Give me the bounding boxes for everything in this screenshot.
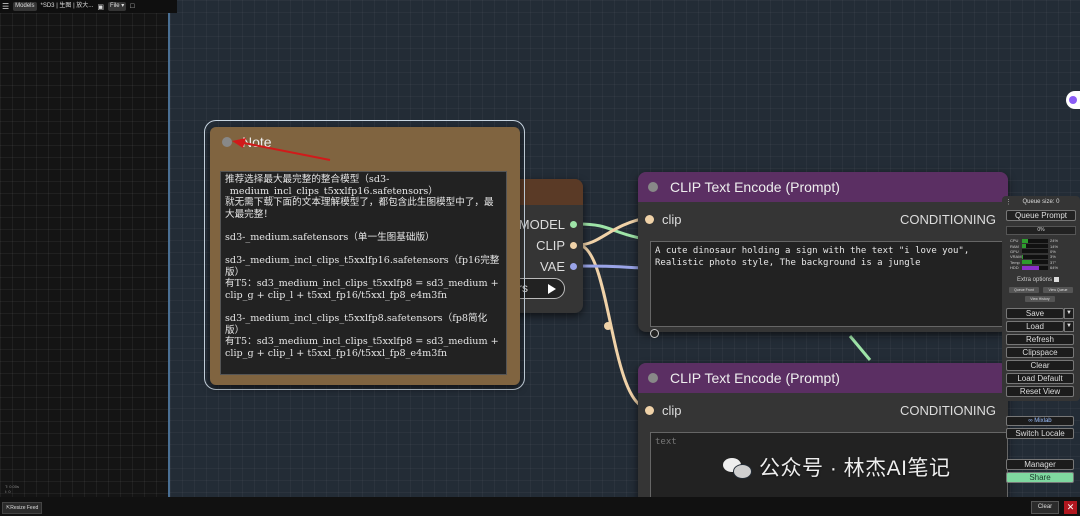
mixlab-button[interactable]: ∞ Mixlab bbox=[1006, 416, 1074, 426]
stat-label: RAM bbox=[1010, 243, 1019, 249]
clip-io-row: clip CONDITIONING bbox=[638, 212, 1008, 228]
clear-button[interactable]: Clear bbox=[1006, 360, 1074, 371]
stat-bar-fill bbox=[1022, 244, 1026, 249]
stat-bar-fill bbox=[1022, 254, 1023, 259]
progress-bar: 0% bbox=[1006, 226, 1076, 235]
stat-bar-fill bbox=[1022, 238, 1029, 243]
resize-feed-button[interactable]: ⇱Resize Feed bbox=[2, 502, 43, 514]
queue-prompt-button[interactable]: Queue Prompt bbox=[1006, 210, 1076, 221]
save-icon[interactable]: □ bbox=[130, 3, 134, 10]
stat-value: 14% bbox=[1050, 243, 1059, 249]
stat-bar bbox=[1022, 254, 1048, 259]
workflow-name[interactable]: *SD3 | 生图 | 放大... bbox=[41, 3, 94, 10]
file-menu-label: File bbox=[109, 3, 120, 9]
assistant-icon bbox=[1069, 96, 1077, 104]
stat-bar bbox=[1022, 244, 1048, 249]
stat-value: 0% bbox=[1050, 248, 1056, 254]
stat-bar bbox=[1022, 238, 1048, 243]
menu-icon[interactable]: ☰ bbox=[2, 2, 9, 11]
queue-front-button[interactable]: Queue Front bbox=[1009, 287, 1039, 293]
extra-options-label: Extra options bbox=[1017, 277, 1053, 284]
chevron-down-icon: ▾ bbox=[121, 3, 125, 9]
models-button[interactable]: Models bbox=[13, 2, 37, 11]
close-icon[interactable]: ✕ bbox=[1064, 501, 1077, 514]
stat-label: CPU bbox=[1010, 238, 1019, 244]
view-history-button[interactable]: View History bbox=[1025, 296, 1055, 302]
feed-clear-button[interactable]: Clear bbox=[1031, 501, 1059, 514]
collapse-dot-icon[interactable] bbox=[648, 373, 658, 383]
system-stats: CPU 24% RAM 14% GPU 0% VRAM 3% Temp 37° HDD 64% bbox=[1010, 238, 1072, 270]
resize-feed-label: Resize Feed bbox=[10, 505, 39, 511]
bottom-bar bbox=[0, 497, 1080, 516]
clip-input-dot[interactable] bbox=[645, 406, 654, 415]
extra-options-checkbox[interactable] bbox=[1054, 277, 1060, 282]
clip-node-title: CLIP Text Encode (Prompt) bbox=[670, 370, 840, 386]
conditioning-output[interactable]: CONDITIONING bbox=[900, 212, 996, 227]
stat-bar bbox=[1022, 249, 1048, 254]
clip-text-encode-node-1[interactable]: CLIP Text Encode (Prompt) clip CONDITION… bbox=[638, 172, 1008, 338]
resize-handle[interactable] bbox=[650, 329, 659, 338]
stat-row-hdd: HDD 64% bbox=[1010, 265, 1072, 270]
extra-options-toggle[interactable]: Extra options bbox=[1017, 277, 1060, 284]
conditioning-output[interactable]: CONDITIONING bbox=[900, 403, 996, 418]
stat-value: 24% bbox=[1050, 238, 1059, 244]
image-icon[interactable]: ▣ bbox=[97, 3, 104, 11]
collapse-dot-icon[interactable] bbox=[648, 182, 658, 192]
clip-input-label: clip bbox=[662, 212, 682, 227]
clip-node-header[interactable]: CLIP Text Encode (Prompt) bbox=[638, 363, 1008, 393]
stat-label: HDD bbox=[1010, 265, 1019, 271]
stat-value: 37° bbox=[1050, 259, 1057, 265]
stat-bar-fill bbox=[1022, 265, 1039, 270]
save-dropdown-icon[interactable]: ▼ bbox=[1064, 308, 1074, 319]
stat-label: Temp bbox=[1010, 259, 1020, 265]
share-button[interactable]: Share bbox=[1006, 472, 1074, 483]
file-menu-button[interactable]: File ▾ bbox=[107, 2, 127, 11]
stat-label: GPU bbox=[1010, 248, 1019, 254]
history-row: View History bbox=[1025, 296, 1055, 302]
view-queue-button[interactable]: View Queue bbox=[1043, 287, 1073, 293]
watermark: 公众号 · 林杰AI笔记 bbox=[723, 452, 951, 482]
queue-size: Queue size: 0 bbox=[1022, 199, 1060, 205]
save-button[interactable]: Save bbox=[1006, 308, 1064, 319]
reset-view-button[interactable]: Reset View bbox=[1006, 386, 1074, 397]
prompt-textarea[interactable]: A cute dinosaur holding a sign with the … bbox=[650, 241, 1008, 327]
refresh-button[interactable]: Refresh bbox=[1006, 334, 1074, 345]
load-button[interactable]: Load bbox=[1006, 321, 1064, 332]
stat-bar-fill bbox=[1022, 260, 1032, 265]
clip-io-row: clip CONDITIONING bbox=[638, 403, 1008, 419]
stat-label: VRAM bbox=[1010, 254, 1022, 260]
switch-locale-button[interactable]: Switch Locale bbox=[1006, 428, 1074, 439]
manager-button[interactable]: Manager bbox=[1006, 459, 1074, 470]
clip-input[interactable]: clip bbox=[645, 403, 682, 418]
stat-value: 3% bbox=[1050, 254, 1056, 260]
clip-text-encode-node-2[interactable]: CLIP Text Encode (Prompt) clip CONDITION… bbox=[638, 363, 1008, 503]
clip-input-dot[interactable] bbox=[645, 215, 654, 224]
load-default-button[interactable]: Load Default bbox=[1006, 373, 1074, 384]
wechat-icon bbox=[723, 456, 752, 479]
clip-node-title: CLIP Text Encode (Prompt) bbox=[670, 179, 840, 195]
queue-small-buttons: Queue Front View Queue bbox=[1009, 287, 1073, 293]
clip-input-label: clip bbox=[662, 403, 682, 418]
top-menu-bar: ☰ Models *SD3 | 生图 | 放大... ▣ File ▾ □ bbox=[0, 0, 177, 13]
stat-bar bbox=[1022, 265, 1048, 270]
load-dropdown-icon[interactable]: ▼ bbox=[1064, 321, 1074, 332]
clipspace-button[interactable]: Clipspace bbox=[1006, 347, 1074, 358]
clip-node-header[interactable]: CLIP Text Encode (Prompt) bbox=[638, 172, 1008, 202]
stat-bar bbox=[1022, 260, 1048, 265]
watermark-text: 公众号 · 林杰AI笔记 bbox=[759, 457, 951, 480]
assistant-fab[interactable] bbox=[1066, 91, 1080, 109]
clip-input[interactable]: clip bbox=[645, 212, 682, 227]
stat-value: 64% bbox=[1050, 265, 1059, 271]
